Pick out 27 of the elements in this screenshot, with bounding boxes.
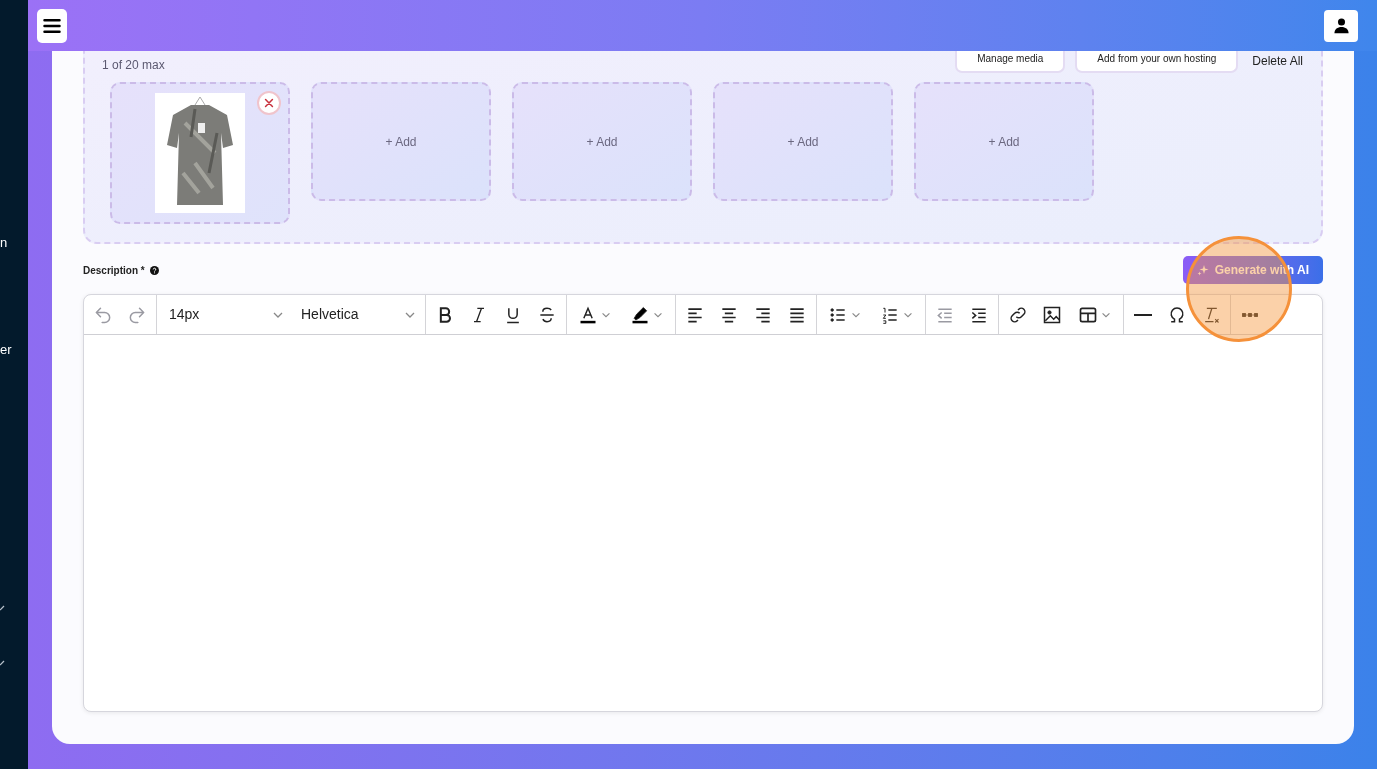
- user-icon: [1332, 17, 1350, 34]
- more-icon: [1242, 312, 1258, 317]
- media-button[interactable]: Manage media: [955, 51, 1066, 73]
- chevron-icon[interactable]: [0, 604, 5, 612]
- horizontal-line-icon: [1134, 313, 1152, 316]
- marker-icon: [630, 304, 650, 325]
- add-media-tile[interactable]: + Add: [713, 82, 893, 201]
- account-button[interactable]: [1324, 9, 1358, 42]
- add-media-tile[interactable]: + Add: [311, 82, 491, 201]
- close-icon: [263, 97, 275, 109]
- menu-button[interactable]: [37, 8, 67, 43]
- add-media-tile[interactable]: + Add: [512, 82, 692, 201]
- image-icon: [1042, 304, 1062, 325]
- dropdown[interactable]: 14px: [161, 298, 289, 331]
- link-icon: [1008, 304, 1028, 325]
- sparkle-icon: [1196, 264, 1209, 276]
- add-media-tile[interactable]: + Add: [914, 82, 1094, 201]
- sidebar-item[interactable]: er: [0, 340, 12, 360]
- help-icon: [149, 265, 159, 275]
- sidebar-item[interactable]: n: [0, 233, 8, 253]
- remove-button[interactable]: [257, 91, 281, 115]
- field-label: Description *: [83, 263, 145, 278]
- delete-all-link[interactable]: Delete All: [1252, 55, 1303, 73]
- media-counter: 1 of 20 max: [102, 59, 165, 73]
- dropdown[interactable]: Helvetica: [293, 298, 421, 331]
- media-button[interactable]: Add from your own hosting: [1075, 51, 1239, 73]
- chevron-icon[interactable]: [0, 659, 5, 667]
